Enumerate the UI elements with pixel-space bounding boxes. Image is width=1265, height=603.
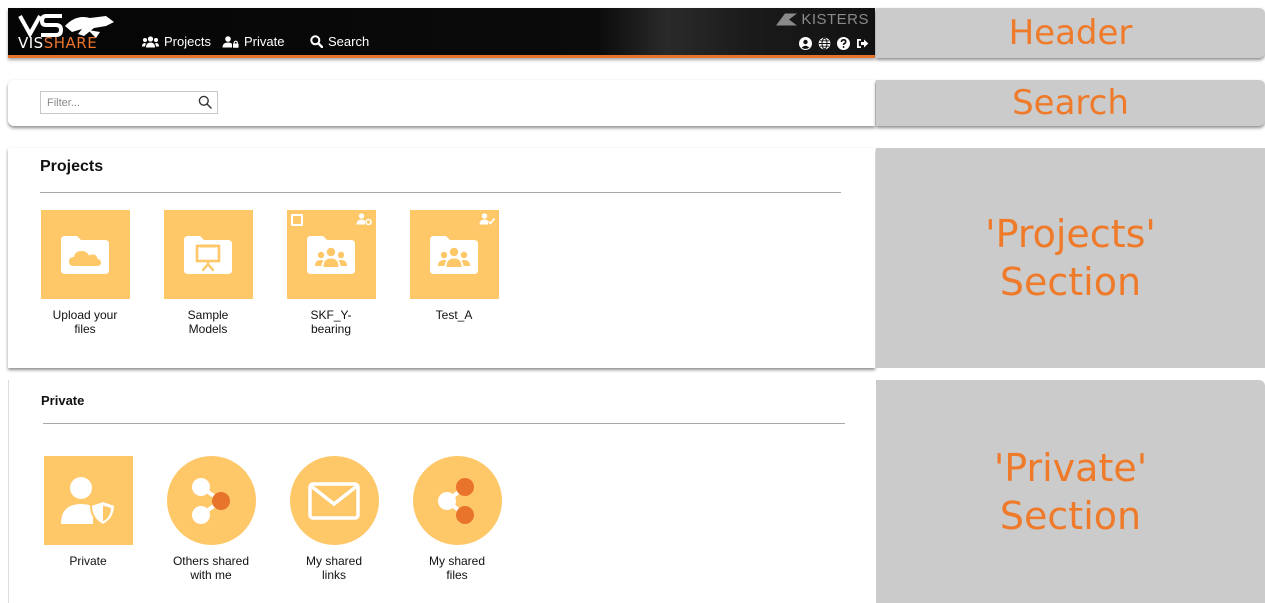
visshare-logo[interactable]: VISSHARE bbox=[18, 12, 130, 54]
tile-label: Sample Models bbox=[187, 308, 229, 336]
user-circle-icon[interactable] bbox=[799, 37, 812, 50]
tile-image bbox=[286, 210, 376, 299]
projects-section: Projects Upload your files Sample Models bbox=[8, 148, 875, 368]
user-shield-icon bbox=[61, 476, 116, 526]
header-actions bbox=[799, 37, 869, 50]
users-icon bbox=[142, 35, 159, 47]
tile-image bbox=[43, 456, 133, 545]
tile-image bbox=[289, 456, 379, 545]
section-divider bbox=[43, 423, 845, 424]
group-folder-icon bbox=[430, 235, 478, 274]
tile-sample-models[interactable]: Sample Models bbox=[148, 210, 268, 336]
tile-label: My shared links bbox=[305, 554, 363, 582]
callout-header: Header bbox=[876, 8, 1265, 58]
globe-icon[interactable] bbox=[818, 37, 831, 50]
kisters-brand-label: KISTERS bbox=[801, 11, 869, 28]
tile-image bbox=[412, 456, 502, 545]
presentation-folder-icon bbox=[184, 235, 232, 274]
tile-label: Others shared with me bbox=[172, 554, 250, 582]
select-checkbox[interactable] bbox=[290, 214, 303, 226]
tile-label: My shared files bbox=[428, 554, 486, 582]
tile-label: Test_A bbox=[435, 308, 473, 322]
logout-icon[interactable] bbox=[856, 37, 869, 50]
tile-label: Private bbox=[69, 554, 107, 568]
user-settings-icon[interactable] bbox=[356, 213, 372, 225]
filter-box bbox=[40, 91, 218, 114]
share-received-icon bbox=[192, 477, 230, 524]
tile-my-shared-links[interactable]: My shared links bbox=[274, 456, 394, 582]
section-divider bbox=[40, 192, 841, 193]
tile-project-test-a[interactable]: Test_A bbox=[394, 210, 514, 322]
logo-wordmark: VISSHARE bbox=[18, 34, 98, 52]
kisters-logo-icon bbox=[776, 13, 798, 26]
nav-projects-label: Projects bbox=[164, 34, 211, 49]
section-title-private: Private bbox=[41, 393, 85, 408]
envelope-icon bbox=[308, 481, 360, 520]
callout-search: Search bbox=[876, 80, 1265, 126]
help-icon[interactable] bbox=[837, 37, 850, 50]
tile-others-shared-with-me[interactable]: Others shared with me bbox=[151, 456, 271, 582]
nav-search[interactable]: Search bbox=[310, 34, 369, 49]
tile-label: SKF_Y- bearing bbox=[310, 308, 352, 336]
tile-upload-files[interactable]: Upload your files bbox=[25, 210, 145, 336]
group-folder-icon bbox=[307, 235, 355, 274]
callout-private-section: 'Private' Section bbox=[876, 380, 1265, 603]
search-bar bbox=[8, 80, 875, 126]
tile-image bbox=[40, 210, 130, 299]
nav-projects[interactable]: Projects bbox=[142, 34, 211, 49]
tile-private[interactable]: Private bbox=[28, 456, 148, 568]
callout-projects-section: 'Projects' Section bbox=[876, 148, 1265, 368]
user-check-icon[interactable] bbox=[479, 213, 495, 225]
private-section: Private Private Others shared with me My… bbox=[8, 380, 875, 603]
tile-project-skf-y-bearing[interactable]: SKF_Y- bearing bbox=[271, 210, 391, 336]
user-lock-icon bbox=[222, 35, 239, 48]
tile-label: Upload your files bbox=[52, 308, 118, 336]
search-icon bbox=[310, 35, 323, 48]
section-title-projects: Projects bbox=[40, 158, 104, 175]
nav-private-label: Private bbox=[244, 34, 285, 49]
tile-image bbox=[409, 210, 499, 299]
tile-image bbox=[163, 210, 253, 299]
nav-search-label: Search bbox=[328, 34, 370, 49]
app-header: VISSHARE Projects Private Search KISTERS bbox=[8, 8, 875, 58]
nav-private[interactable]: Private bbox=[222, 34, 284, 49]
kisters-brand: KISTERS bbox=[776, 11, 869, 28]
share-icon bbox=[438, 477, 474, 524]
cloud-folder-icon bbox=[61, 235, 109, 274]
tile-image bbox=[166, 456, 256, 545]
search-icon[interactable] bbox=[198, 95, 212, 109]
tile-my-shared-files[interactable]: My shared files bbox=[397, 456, 517, 582]
filter-input[interactable] bbox=[41, 92, 191, 113]
